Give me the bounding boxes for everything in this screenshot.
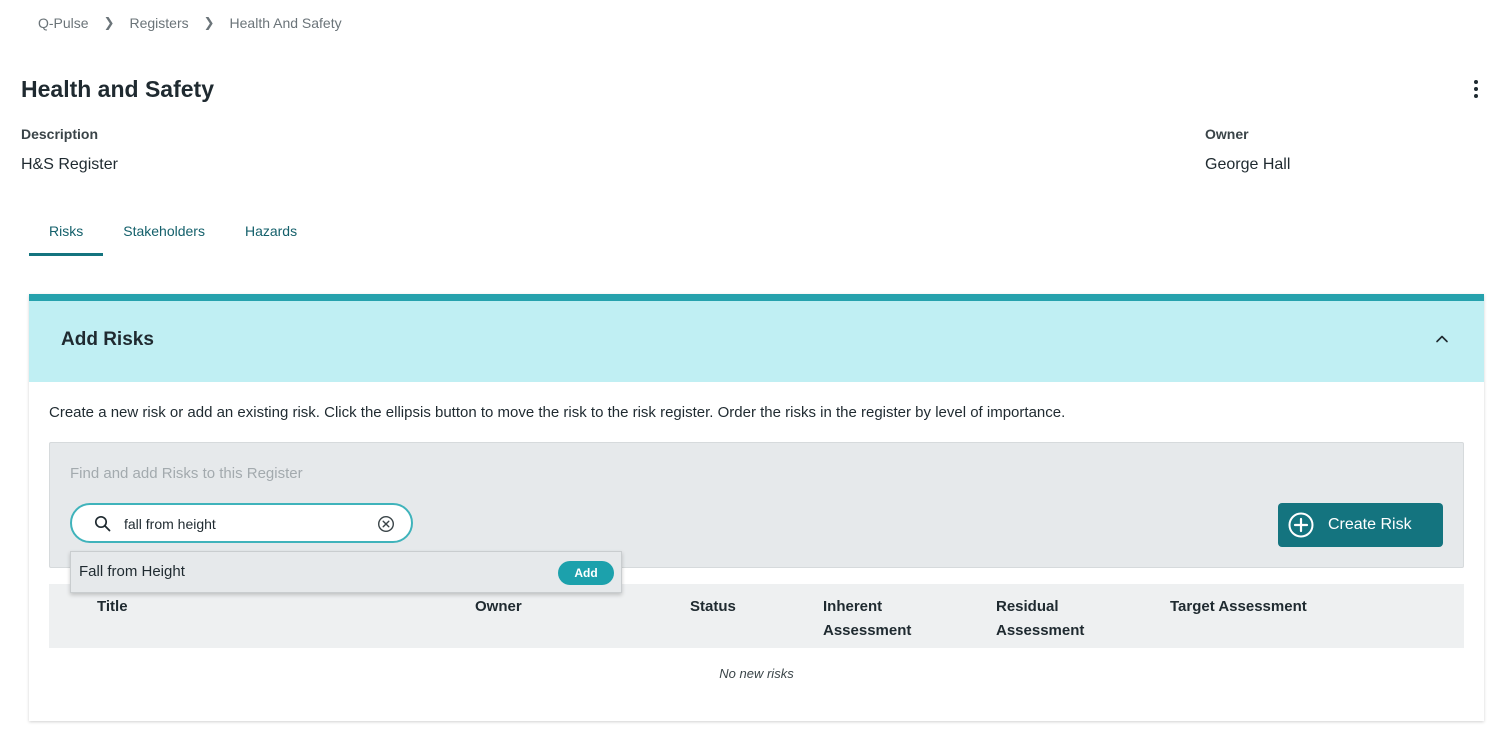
- tab-risks[interactable]: Risks: [29, 218, 104, 256]
- page-title: Health and Safety: [21, 76, 214, 102]
- breadcrumb: Q-Pulse ❯ Registers ❯ Health And Safety: [38, 15, 342, 31]
- tab-stakeholders[interactable]: Stakeholders: [103, 218, 225, 256]
- more-vertical-icon[interactable]: [1466, 80, 1486, 98]
- panel-title: Add Risks: [61, 329, 154, 350]
- chevron-up-icon[interactable]: [1434, 331, 1450, 347]
- column-status: Status: [690, 598, 736, 615]
- add-risks-panel: Add Risks Create a new risk or add an ex…: [29, 294, 1484, 721]
- column-inherent-assessment: Inherent Assessment: [823, 598, 912, 639]
- search-area: Find and add Risks to this Register Crea…: [49, 442, 1464, 568]
- owner-value: George Hall: [1205, 156, 1291, 173]
- add-risk-button[interactable]: Add: [558, 561, 614, 585]
- column-target-assessment: Target Assessment: [1170, 598, 1307, 615]
- breadcrumb-item-registers[interactable]: Registers: [129, 15, 188, 31]
- breadcrumb-item-qpulse[interactable]: Q-Pulse: [38, 15, 89, 31]
- create-risk-button[interactable]: Create Risk: [1278, 503, 1443, 547]
- clear-circle-icon[interactable]: [377, 515, 395, 533]
- owner-label: Owner: [1205, 126, 1249, 142]
- chevron-right-icon: ❯: [203, 15, 215, 30]
- risk-search-input[interactable]: [124, 514, 364, 534]
- search-heading: Find and add Risks to this Register: [70, 465, 303, 482]
- risk-search-field[interactable]: [70, 503, 413, 543]
- chevron-right-icon: ❯: [103, 15, 115, 30]
- risks-table-header: Title Owner Status Inherent Assessment R…: [49, 584, 1464, 648]
- search-result-item[interactable]: Fall from Height: [79, 563, 185, 580]
- column-owner: Owner: [475, 598, 522, 615]
- empty-state-message: No new risks: [719, 666, 794, 681]
- tab-bar: Risks Stakeholders Hazards: [29, 218, 317, 256]
- tab-hazards[interactable]: Hazards: [225, 218, 317, 256]
- description-value: H&S Register: [21, 156, 118, 173]
- column-title: Title: [97, 598, 128, 615]
- plus-circle-icon: [1288, 512, 1314, 538]
- instructions-text: Create a new risk or add an existing ris…: [49, 404, 1066, 421]
- column-residual-assessment: Residual Assessment: [996, 598, 1085, 639]
- panel-header[interactable]: Add Risks: [29, 301, 1484, 382]
- search-results-dropdown: Fall from Height Add: [70, 551, 622, 593]
- breadcrumb-item-current: Health And Safety: [229, 15, 342, 31]
- create-risk-label: Create Risk: [1328, 516, 1412, 533]
- search-icon: [94, 515, 111, 532]
- description-label: Description: [21, 126, 99, 142]
